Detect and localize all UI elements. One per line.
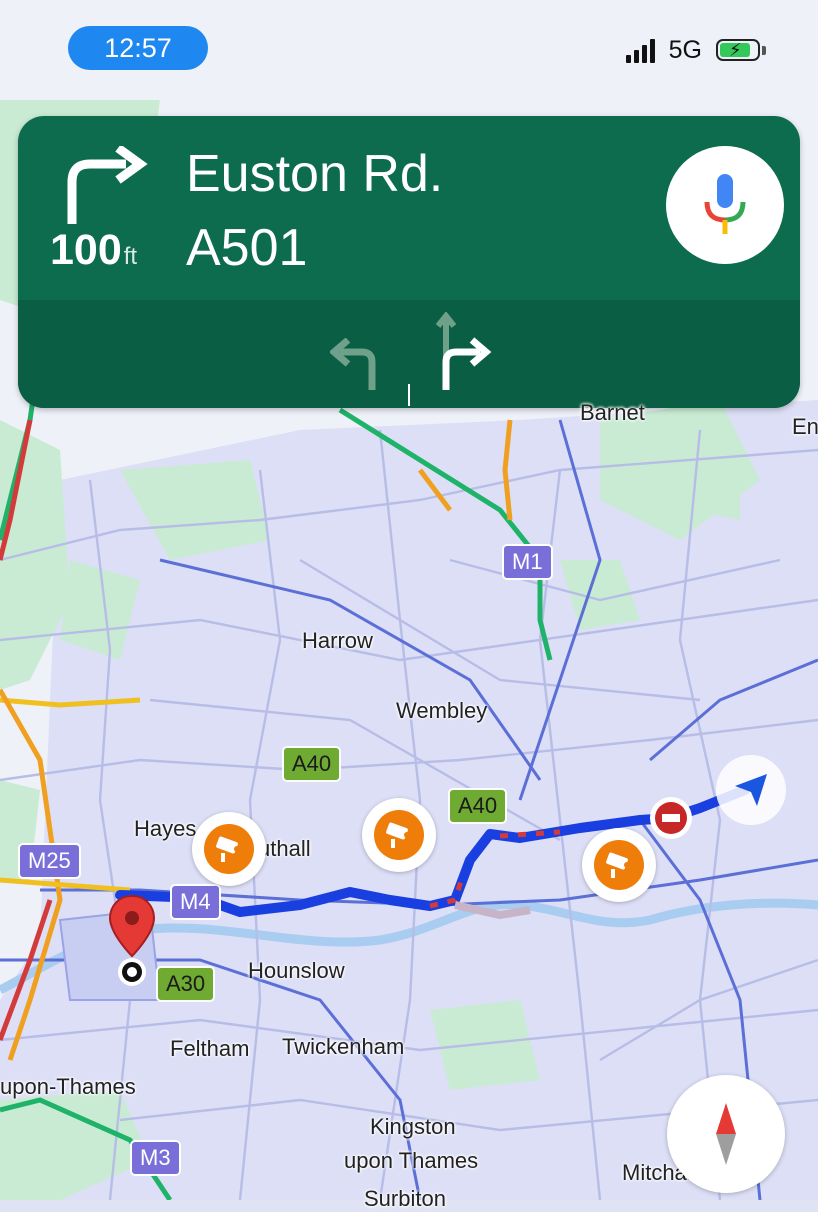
microphone-icon — [704, 174, 746, 234]
speed-camera-marker[interactable] — [582, 828, 656, 902]
distance-value: 100 — [50, 226, 122, 274]
place-label-upon-thames: upon-Thames — [0, 1074, 136, 1099]
signal-strength-icon — [625, 38, 655, 63]
place-label-surbiton: Surbiton — [364, 1186, 446, 1211]
status-bar: 12:57 5G ⚡ — [0, 0, 818, 100]
turn-left-lane-icon — [330, 338, 376, 390]
road-shield-a30: A30 — [156, 966, 216, 1002]
road-shield-a40-east: A40 — [448, 788, 508, 824]
voice-search-button[interactable] — [666, 146, 784, 264]
compass-button[interactable] — [667, 1075, 785, 1193]
network-type: 5G — [668, 36, 702, 64]
place-label-kingston-upon-thames: upon Thames — [344, 1148, 479, 1173]
street-name: Euston Rd. — [186, 145, 444, 203]
place-label-feltham: Feltham — [170, 1036, 250, 1061]
straight-or-right-lane-icon — [436, 312, 492, 390]
current-location-arrow-icon — [735, 774, 767, 806]
place-label-hounslow: Hounslow — [248, 958, 345, 983]
place-label-barnet: Barnet — [580, 400, 645, 425]
speed-camera-marker[interactable] — [192, 812, 266, 886]
distance-unit: ft — [123, 243, 138, 270]
place-label-hayes: Hayes — [134, 816, 197, 841]
road-shield-m4: M4 — [170, 884, 221, 920]
turn-right-icon — [67, 146, 148, 224]
road-shield-m3: M3 — [130, 1140, 181, 1176]
place-label-twickenham: Twickenham — [282, 1034, 405, 1059]
navigation-instruction-card[interactable]: 100ft Euston Rd. A501 — [18, 116, 800, 408]
place-label-kingston: Kingston — [370, 1114, 456, 1139]
speed-camera-icon — [386, 822, 410, 848]
place-label-wembley: Wembley — [396, 698, 488, 723]
road-closure-icon — [655, 802, 687, 834]
current-location-marker[interactable] — [716, 755, 786, 825]
lane-divider — [408, 384, 410, 406]
speed-camera-icon — [216, 836, 240, 862]
status-time[interactable]: 12:57 — [68, 26, 208, 70]
status-indicators: 5G ⚡ — [625, 36, 766, 65]
battery-charging-icon: ⚡ — [716, 38, 766, 63]
compass-icon — [716, 1103, 736, 1165]
road-shield-a40-west: A40 — [282, 746, 342, 782]
road-shield-m25: M25 — [18, 843, 81, 879]
road-shield-m1: M1 — [502, 544, 553, 580]
speed-camera-marker[interactable] — [362, 798, 436, 872]
destination-pin-icon[interactable] — [106, 894, 158, 988]
place-label-en: En — [792, 414, 818, 439]
speed-camera-icon — [606, 852, 630, 878]
road-closure-marker[interactable] — [650, 797, 692, 839]
road-number: A501 — [186, 219, 308, 277]
turn-distance: 100ft — [50, 226, 137, 275]
place-label-harrow: Harrow — [302, 628, 373, 653]
